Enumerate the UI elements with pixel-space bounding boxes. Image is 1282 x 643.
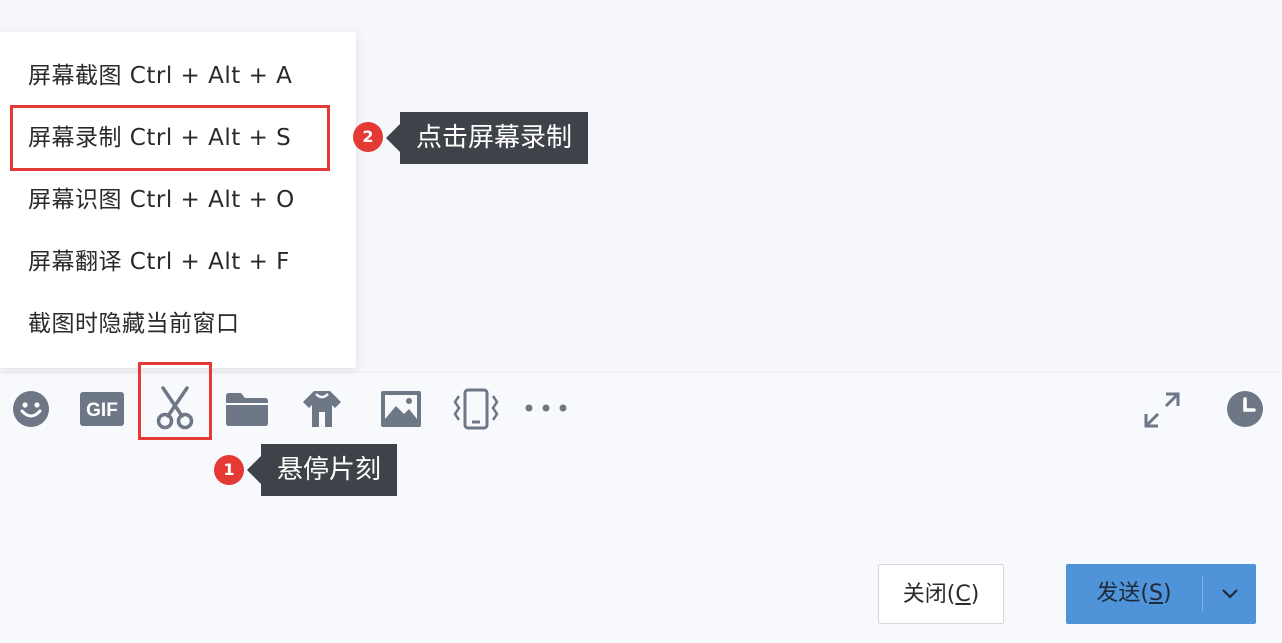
send-button[interactable]: 发送(S) <box>1066 564 1202 624</box>
highlight-screen-record <box>10 105 330 171</box>
history-icon[interactable] <box>1226 390 1264 428</box>
scissors-icon[interactable] <box>154 386 196 430</box>
send-options-button[interactable] <box>1203 564 1256 624</box>
more-icon[interactable] <box>524 402 568 414</box>
chevron-down-icon <box>1221 589 1238 599</box>
shake-icon[interactable] <box>452 388 500 430</box>
shirt-icon[interactable] <box>302 390 342 428</box>
screenshot-menu: 屏幕截图 Ctrl + Alt + A 屏幕录制 Ctrl + Alt + S … <box>0 32 356 368</box>
close-button-suffix: ) <box>970 582 980 607</box>
send-button-key: S <box>1149 581 1163 606</box>
gif-label: GIF <box>86 400 118 421</box>
tooltip-text: 点击屏幕录制 <box>416 123 573 153</box>
emoji-icon[interactable] <box>12 390 50 428</box>
tooltip-hover: 悬停片刻 <box>247 444 398 496</box>
tooltip-click-record: 点击屏幕录制 <box>386 112 589 164</box>
close-button[interactable]: 关闭(C) <box>878 564 1004 624</box>
send-button-prefix: 发送( <box>1096 581 1150 606</box>
tooltip-arrow <box>386 124 400 152</box>
send-button-suffix: ) <box>1162 581 1172 606</box>
gif-icon[interactable]: GIF <box>80 392 124 426</box>
step-badge-2: 2 <box>353 122 383 152</box>
step-badge-1: 1 <box>214 455 244 485</box>
close-button-prefix: 关闭( <box>902 582 956 607</box>
tooltip-arrow <box>247 456 261 484</box>
menu-item-screen-recognize[interactable]: 屏幕识图 Ctrl + Alt + O <box>28 180 295 220</box>
tooltip-text: 悬停片刻 <box>277 455 382 485</box>
image-icon[interactable] <box>380 390 422 428</box>
menu-item-screenshot[interactable]: 屏幕截图 Ctrl + Alt + A <box>28 56 292 96</box>
menu-item-screen-translate[interactable]: 屏幕翻译 Ctrl + Alt + F <box>28 242 290 282</box>
folder-icon[interactable] <box>226 392 268 426</box>
close-button-key: C <box>955 582 971 607</box>
send-button-group: 发送(S) <box>1066 564 1256 624</box>
menu-item-hide-window[interactable]: 截图时隐藏当前窗口 <box>28 304 240 344</box>
expand-icon[interactable] <box>1142 390 1182 430</box>
